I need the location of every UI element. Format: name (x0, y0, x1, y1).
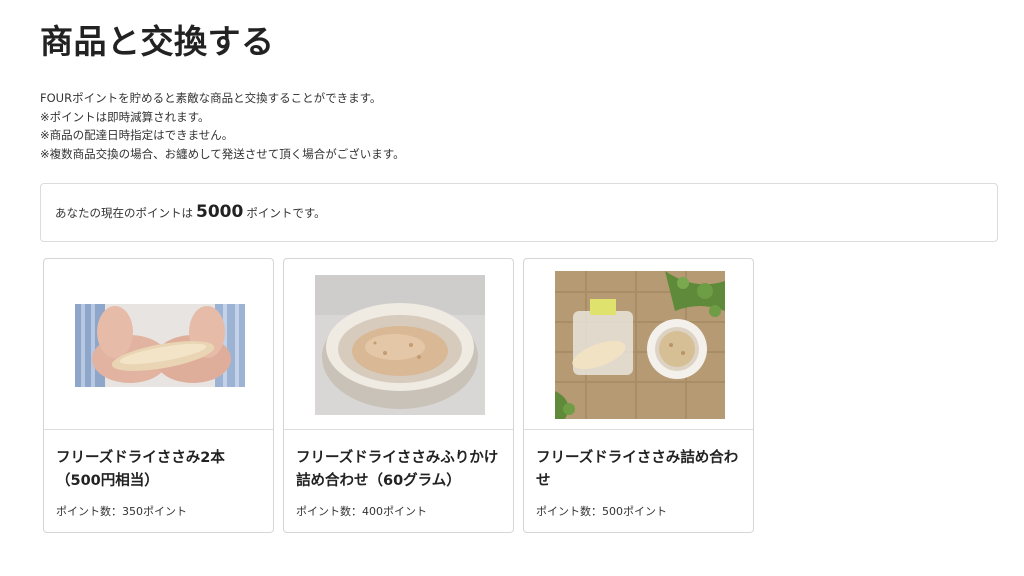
product-image[interactable] (555, 271, 725, 419)
description-list: FOURポイントを貯めると素敵な商品と交換することができます。 ※ポイントは即時… (40, 89, 405, 163)
product-image[interactable] (75, 304, 245, 387)
product-points: ポイント数：400ポイント (296, 505, 427, 518)
description-line: ※複数商品交換の場合、お纏めして発送させて頂く場合がございます。 (40, 146, 405, 161)
product-card[interactable]: フリーズドライささみ2本（500円相当） ポイント数：350ポイント (43, 258, 274, 533)
description-line: FOURポイントを貯めると素敵な商品と交換することができます。 (40, 91, 382, 105)
description-line: ※ポイントは即時減算されます。 (40, 109, 210, 124)
description-line: ※商品の配達日時指定はできません。 (40, 128, 234, 142)
product-points: ポイント数：500ポイント (536, 505, 667, 518)
product-name[interactable]: フリーズドライささみふりかけ詰め合わせ（60グラム） (296, 447, 504, 493)
product-card[interactable]: フリーズドライささみ詰め合わせ ポイント数：500ポイント (523, 258, 754, 533)
points-suffix: ポイントです。 (246, 206, 326, 220)
product-image-area (284, 259, 513, 430)
product-image[interactable] (315, 275, 485, 415)
product-image-area (44, 259, 273, 430)
product-name[interactable]: フリーズドライささみ詰め合わせ (536, 447, 744, 493)
current-points-text: あなたの現在のポイントは 5000 ポイントです。 (55, 202, 326, 222)
product-card[interactable]: フリーズドライささみふりかけ詰め合わせ（60グラム） ポイント数：400ポイント (283, 258, 514, 533)
page-title: 商品と交換する (40, 22, 275, 61)
product-points: ポイント数：350ポイント (56, 505, 187, 518)
points-prefix: あなたの現在のポイントは (55, 206, 193, 220)
points-value: 5000 (196, 202, 244, 222)
current-points-box: あなたの現在のポイントは 5000 ポイントです。 (40, 183, 998, 242)
product-name[interactable]: フリーズドライささみ2本（500円相当） (56, 447, 264, 493)
product-image-area (524, 259, 753, 430)
